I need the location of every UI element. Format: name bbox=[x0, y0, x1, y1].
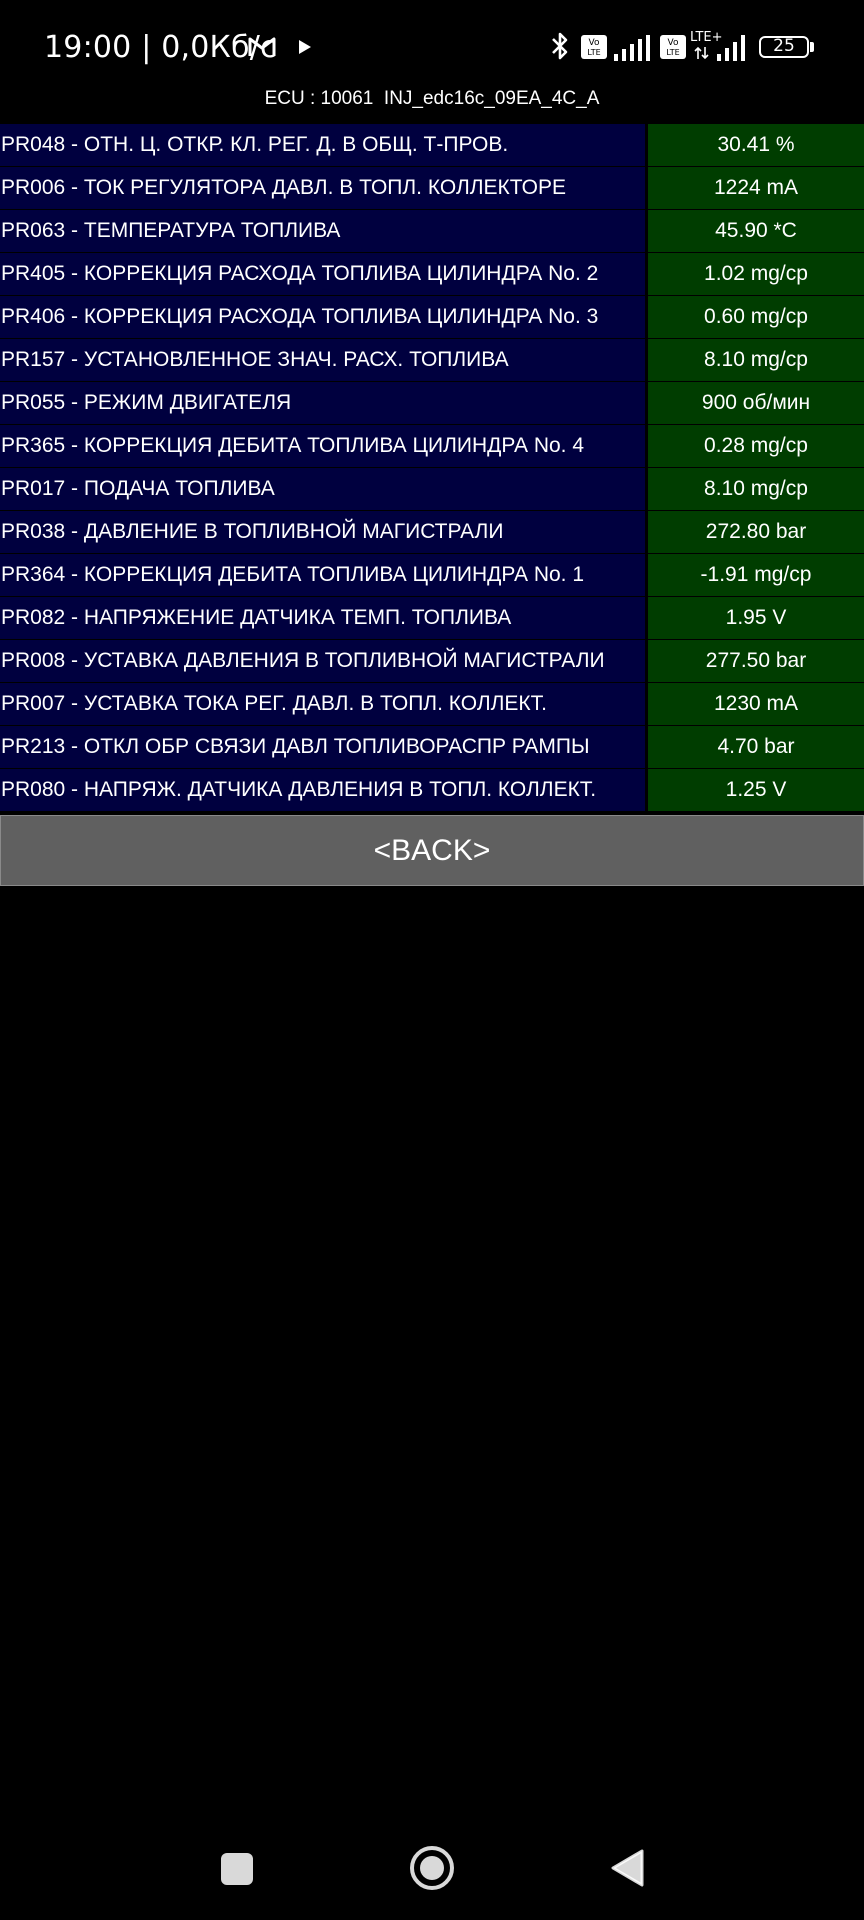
param-row[interactable]: PR406 - КОРРЕКЦИЯ РАСХОДА ТОПЛИВА ЦИЛИНД… bbox=[0, 296, 864, 338]
param-value: 30.41 % bbox=[648, 124, 864, 166]
param-name: PR008 - УСТАВКА ДАВЛЕНИЯ В ТОПЛИВНОЙ МАГ… bbox=[0, 640, 645, 682]
param-name: PR405 - КОРРЕКЦИЯ РАСХОДА ТОПЛИВА ЦИЛИНД… bbox=[0, 253, 645, 295]
param-name: PR406 - КОРРЕКЦИЯ РАСХОДА ТОПЛИВА ЦИЛИНД… bbox=[0, 296, 645, 338]
ecu-header: ECU : 10061 INJ_edc16c_09EA_4C_A bbox=[264, 88, 600, 109]
param-value: 272.80 bar bbox=[648, 511, 864, 553]
signal-icon bbox=[716, 34, 748, 67]
param-row[interactable]: PR082 - НАПРЯЖЕНИЕ ДАТЧИКА ТЕМП. ТОПЛИВА… bbox=[0, 597, 864, 639]
back-triangle-icon[interactable] bbox=[609, 1848, 645, 1893]
status-bar: 19:00 | 0,0Кб/с Vo LTE Vo LTE LTE+ 25 bbox=[0, 0, 864, 92]
param-name: PR007 - УСТАВКА ТОКА РЕГ. ДАВЛ. В ТОПЛ. … bbox=[0, 683, 645, 725]
param-value: 1.02 mg/cp bbox=[648, 253, 864, 295]
play-icon bbox=[296, 38, 314, 61]
param-name: PR082 - НАПРЯЖЕНИЕ ДАТЧИКА ТЕМП. ТОПЛИВА bbox=[0, 597, 645, 639]
param-row[interactable]: PR048 - ОТН. Ц. ОТКР. КЛ. РЕГ. Д. В ОБЩ.… bbox=[0, 124, 864, 166]
param-value: 1224 mA bbox=[648, 167, 864, 209]
bluetooth-icon bbox=[549, 30, 571, 67]
param-row[interactable]: PR008 - УСТАВКА ДАВЛЕНИЯ В ТОПЛИВНОЙ МАГ… bbox=[0, 640, 864, 682]
param-name: PR017 - ПОДАЧА ТОПЛИВА bbox=[0, 468, 645, 510]
gmail-icon bbox=[248, 36, 276, 63]
param-row[interactable]: PR213 - ОТКЛ ОБР СВЯЗИ ДАВЛ ТОПЛИВОРАСПР… bbox=[0, 726, 864, 768]
param-row[interactable]: PR006 - ТОК РЕГУЛЯТОРА ДАВЛ. В ТОПЛ. КОЛ… bbox=[0, 167, 864, 209]
param-value: 0.60 mg/cp bbox=[648, 296, 864, 338]
battery-tip bbox=[810, 42, 814, 52]
param-row[interactable]: PR364 - КОРРЕКЦИЯ ДЕБИТА ТОПЛИВА ЦИЛИНДР… bbox=[0, 554, 864, 596]
battery-icon: 25 bbox=[759, 36, 809, 58]
back-button[interactable]: <BACK> bbox=[0, 815, 864, 886]
param-row[interactable]: PR038 - ДАВЛЕНИЕ В ТОПЛИВНОЙ МАГИСТРАЛИ 2… bbox=[0, 511, 864, 553]
param-row[interactable]: PR405 - КОРРЕКЦИЯ РАСХОДА ТОПЛИВА ЦИЛИНД… bbox=[0, 253, 864, 295]
param-value: 0.28 mg/cp bbox=[648, 425, 864, 467]
param-value: 4.70 bar bbox=[648, 726, 864, 768]
param-name: PR063 - ТЕМПЕРАТУРА ТОПЛИВА bbox=[0, 210, 645, 252]
param-row[interactable]: PR063 - ТЕМПЕРАТУРА ТОПЛИВА 45.90 *C bbox=[0, 210, 864, 252]
param-name: PR038 - ДАВЛЕНИЕ В ТОПЛИВНОЙ МАГИСТРАЛИ bbox=[0, 511, 645, 553]
recents-square-icon[interactable] bbox=[219, 1851, 255, 1892]
param-row[interactable]: PR007 - УСТАВКА ТОКА РЕГ. ДАВЛ. В ТОПЛ. … bbox=[0, 683, 864, 725]
volte-icon: Vo LTE bbox=[580, 34, 608, 65]
param-value: 1.25 V bbox=[648, 769, 864, 811]
param-value: 900 об/мин bbox=[648, 382, 864, 424]
param-value: 1230 mA bbox=[648, 683, 864, 725]
param-name: PR006 - ТОК РЕГУЛЯТОРА ДАВЛ. В ТОПЛ. КОЛ… bbox=[0, 167, 645, 209]
param-value: 45.90 *C bbox=[648, 210, 864, 252]
param-value: 277.50 bar bbox=[648, 640, 864, 682]
param-name: PR080 - НАПРЯЖ. ДАТЧИКА ДАВЛЕНИЯ В ТОПЛ.… bbox=[0, 769, 645, 811]
param-row[interactable]: PR055 - РЕЖИМ ДВИГАТЕЛЯ 900 об/мин bbox=[0, 382, 864, 424]
signal-icon bbox=[613, 34, 653, 67]
volte-icon: Vo LTE bbox=[659, 34, 687, 65]
param-value: 1.95 V bbox=[648, 597, 864, 639]
param-row[interactable]: PR365 - КОРРЕКЦИЯ ДЕБИТА ТОПЛИВА ЦИЛИНДР… bbox=[0, 425, 864, 467]
data-arrows-icon bbox=[694, 46, 710, 65]
param-value: 8.10 mg/cp bbox=[648, 339, 864, 381]
home-circle-icon[interactable] bbox=[408, 1844, 456, 1897]
param-name: PR048 - ОТН. Ц. ОТКР. КЛ. РЕГ. Д. В ОБЩ.… bbox=[0, 124, 645, 166]
param-value: 8.10 mg/cp bbox=[648, 468, 864, 510]
param-row[interactable]: PR157 - УСТАНОВЛЕННОЕ ЗНАЧ. РАСХ. ТОПЛИВ… bbox=[0, 339, 864, 381]
param-row[interactable]: PR017 - ПОДАЧА ТОПЛИВА 8.10 mg/cp bbox=[0, 468, 864, 510]
status-time: 19:00 | 0,0Кб/с bbox=[44, 30, 277, 65]
param-name: PR364 - КОРРЕКЦИЯ ДЕБИТА ТОПЛИВА ЦИЛИНДР… bbox=[0, 554, 645, 596]
param-value: -1.91 mg/cp bbox=[648, 554, 864, 596]
param-name: PR157 - УСТАНОВЛЕННОЕ ЗНАЧ. РАСХ. ТОПЛИВ… bbox=[0, 339, 645, 381]
svg-text:LTE: LTE bbox=[587, 48, 600, 57]
param-row[interactable]: PR080 - НАПРЯЖ. ДАТЧИКА ДАВЛЕНИЯ В ТОПЛ.… bbox=[0, 769, 864, 811]
param-name: PR365 - КОРРЕКЦИЯ ДЕБИТА ТОПЛИВА ЦИЛИНДР… bbox=[0, 425, 645, 467]
parameter-list: PR048 - ОТН. Ц. ОТКР. КЛ. РЕГ. Д. В ОБЩ.… bbox=[0, 124, 864, 812]
svg-text:LTE: LTE bbox=[666, 48, 679, 57]
param-name: PR213 - ОТКЛ ОБР СВЯЗИ ДАВЛ ТОПЛИВОРАСПР… bbox=[0, 726, 645, 768]
svg-text:Vo: Vo bbox=[589, 38, 600, 48]
param-name: PR055 - РЕЖИМ ДВИГАТЕЛЯ bbox=[0, 382, 645, 424]
svg-text:Vo: Vo bbox=[668, 38, 679, 48]
